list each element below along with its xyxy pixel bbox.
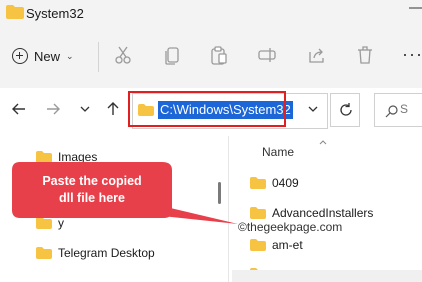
new-label: New — [34, 48, 61, 64]
window-title: System32 — [26, 6, 84, 21]
paste-icon[interactable] — [208, 44, 230, 66]
search-placeholder: S — [400, 102, 409, 116]
address-highlight-box — [128, 91, 286, 127]
plus-icon — [12, 48, 28, 64]
forward-arrow-icon[interactable] — [44, 100, 62, 118]
new-button[interactable]: New ⌄ — [12, 44, 74, 68]
file-name: AdvancedInstallers — [272, 206, 374, 220]
chevron-down-icon: ⌄ — [66, 50, 74, 61]
file-list-scrollbar[interactable] — [232, 270, 422, 282]
callout-line-2: dll file here — [59, 191, 125, 205]
folder-icon — [250, 207, 266, 219]
more-options-button[interactable]: ··· — [402, 44, 422, 65]
folder-icon — [250, 239, 266, 251]
nav-item-label: Telegram Desktop — [58, 246, 155, 260]
folder-icon — [6, 5, 24, 19]
chevron-up-icon — [319, 140, 327, 145]
watermark: ©thegeekpage.com — [238, 220, 343, 234]
list-item[interactable]: 0409 — [250, 176, 299, 190]
list-item[interactable]: am-et — [250, 238, 303, 252]
minimize-icon[interactable] — [409, 2, 422, 14]
rename-icon[interactable] — [256, 44, 278, 66]
search-icon — [385, 105, 398, 118]
copy-icon[interactable] — [162, 44, 184, 66]
refresh-icon — [340, 103, 352, 116]
up-arrow-icon[interactable] — [104, 100, 122, 118]
list-item[interactable]: AdvancedInstallers — [250, 206, 373, 220]
delete-icon[interactable] — [354, 44, 376, 66]
file-name: am-et — [272, 238, 303, 252]
callout-text: Paste the copied dll file here — [12, 162, 172, 218]
folder-icon — [36, 247, 52, 259]
column-header-name[interactable]: Name — [262, 145, 294, 159]
chevron-down-icon[interactable] — [306, 102, 320, 116]
share-icon[interactable] — [306, 44, 328, 66]
callout-line-1: Paste the copied — [42, 174, 142, 188]
file-name: 0409 — [272, 176, 299, 190]
nav-item-telegram-desktop[interactable]: Telegram Desktop — [36, 246, 155, 260]
cut-icon[interactable] — [112, 44, 134, 66]
search-input[interactable] — [374, 93, 422, 127]
refresh-button[interactable] — [330, 93, 360, 127]
back-arrow-icon[interactable] — [10, 100, 28, 118]
recent-chevron-icon[interactable] — [76, 100, 94, 118]
toolbar-divider — [98, 42, 99, 72]
folder-icon — [250, 177, 266, 189]
